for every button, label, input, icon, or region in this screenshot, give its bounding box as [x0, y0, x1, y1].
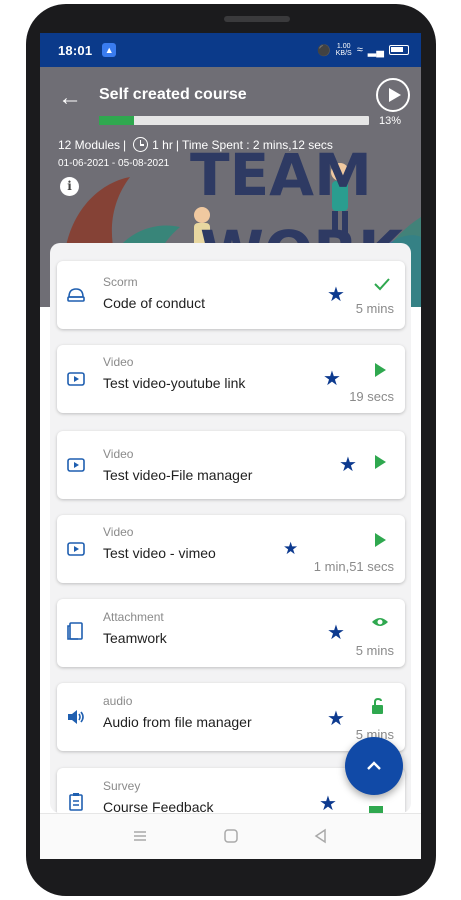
recents-menu-icon[interactable] — [132, 828, 148, 844]
module-card[interactable]: Attachment Teamwork ★ 5 mins — [57, 599, 405, 667]
clock-icon — [133, 137, 149, 152]
video-icon — [67, 372, 85, 386]
battery-icon — [389, 45, 409, 55]
unlock-icon — [372, 697, 383, 714]
course-dates: 01-06-2021 - 05-08-2021 — [58, 158, 170, 169]
chevron-up-icon — [367, 761, 381, 770]
play-icon — [375, 455, 386, 469]
status-time: 18:01 — [58, 42, 93, 58]
progress-percent: 13% — [379, 115, 402, 127]
course-progress-bar — [99, 116, 369, 125]
module-type: Scorm — [103, 275, 138, 289]
module-card[interactable]: audio Audio from file manager ★ 5 mins — [57, 683, 405, 751]
module-type: Video — [103, 525, 134, 539]
course-title: Self created course — [99, 86, 247, 103]
alarm-icon: ⚫ — [317, 44, 331, 57]
module-name: Test video-File manager — [103, 467, 253, 483]
status-bar: 18:01 ▲ ⚫ 1.00 KB/S ≈ ▂▄ — [40, 33, 421, 67]
scroll-up-button[interactable] — [345, 737, 403, 795]
back-triangle-icon[interactable] — [313, 828, 329, 844]
survey-icon — [69, 793, 83, 811]
play-icon — [375, 363, 386, 377]
scorm-icon — [67, 288, 85, 302]
meta-separator: | — [123, 137, 127, 152]
module-type: audio — [103, 694, 133, 708]
module-name: Test video-youtube link — [103, 375, 246, 391]
vpn-icon: ▲ — [102, 43, 117, 57]
play-course-button[interactable] — [376, 78, 410, 112]
module-name: Teamwork — [103, 630, 167, 646]
module-type: Video — [103, 447, 134, 461]
module-card[interactable]: Video Test video-File manager ★ — [57, 431, 405, 499]
module-type: Attachment — [103, 610, 164, 624]
app-screen: 18:01 ▲ ⚫ 1.00 KB/S ≈ ▂▄ TEAM ← Self cre… — [40, 33, 421, 859]
home-icon[interactable] — [223, 828, 239, 844]
module-name: Audio from file manager — [103, 714, 252, 730]
star-icon[interactable]: ★ — [319, 794, 337, 813]
course-meta: 12 Modules | 1 hr | Time Spent : 2 mins,… — [58, 137, 333, 152]
attachment-icon — [67, 622, 83, 640]
system-nav-bar — [40, 813, 421, 859]
net-speed: 1.00 KB/S — [336, 43, 352, 57]
module-duration: 5 mins — [355, 643, 394, 658]
play-icon — [375, 533, 386, 547]
star-icon[interactable]: ★ — [323, 369, 341, 389]
signal-icon: ▂▄ — [367, 44, 384, 57]
module-name: Test video - vimeo — [103, 545, 216, 561]
star-icon[interactable]: ★ — [327, 285, 345, 305]
star-icon[interactable]: ★ — [283, 539, 298, 559]
module-name: Code of conduct — [103, 295, 205, 311]
module-name: Course Feedback — [103, 799, 214, 813]
video-icon — [67, 542, 85, 556]
audio-icon — [68, 710, 84, 724]
module-count: 12 Modules — [58, 137, 121, 152]
module-list: Scorm Code of conduct ★ 5 mins Video Tes… — [50, 243, 411, 813]
course-progress-fill — [99, 116, 135, 125]
star-icon[interactable]: ★ — [327, 623, 345, 643]
module-duration: 5 mins — [355, 301, 394, 316]
status-icons: ⚫ 1.00 KB/S ≈ ▂▄ — [317, 43, 409, 57]
phone-speaker — [224, 16, 290, 22]
star-icon[interactable]: ★ — [327, 709, 345, 729]
info-icon[interactable]: i — [60, 177, 79, 196]
check-icon — [374, 278, 390, 291]
meta-separator: | — [175, 137, 179, 152]
video-icon — [67, 458, 85, 472]
module-type: Video — [103, 355, 134, 369]
eye-icon — [372, 618, 388, 626]
status-icon — [369, 806, 383, 813]
time-spent: Time Spent : 2 mins,12 secs — [181, 137, 333, 152]
course-duration: 1 hr — [152, 137, 173, 152]
module-card[interactable]: Video Test video-youtube link ★ 19 secs — [57, 345, 405, 413]
net-speed-unit: KB/S — [335, 50, 352, 57]
module-duration: 19 secs — [349, 389, 394, 404]
wifi-icon: ≈ — [356, 44, 363, 56]
star-icon[interactable]: ★ — [339, 455, 357, 475]
net-speed-value: 1.00 — [336, 43, 351, 50]
module-card[interactable]: Video Test video - vimeo ★ 1 min,51 secs — [57, 515, 405, 583]
module-duration: 1 min,51 secs — [313, 559, 394, 574]
back-arrow-icon[interactable]: ← — [58, 85, 84, 111]
module-card[interactable]: Scorm Code of conduct ★ 5 mins — [57, 261, 405, 329]
module-type: Survey — [103, 779, 141, 793]
